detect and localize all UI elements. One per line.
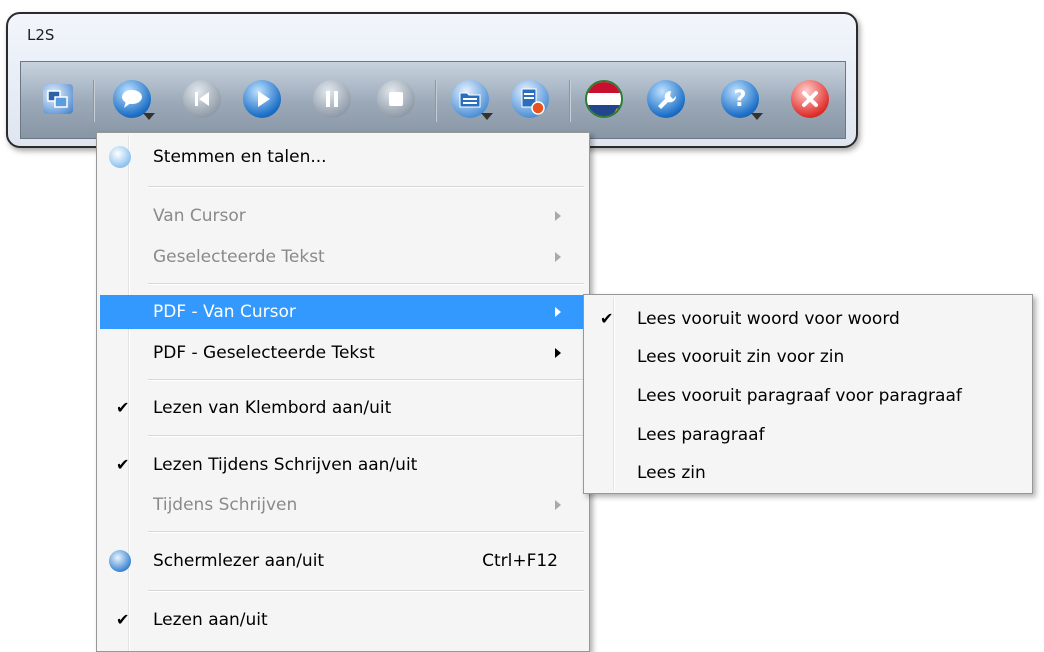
menu-separator bbox=[148, 379, 584, 381]
submenu-item-woord-voor-woord[interactable]: ✔ Lees vooruit woord voor woord bbox=[587, 302, 1029, 336]
checkmark-icon: ✔ bbox=[600, 309, 614, 328]
window-title: L2S bbox=[27, 26, 55, 44]
menu-item-stemmen-en-talen[interactable]: Stemmen en talen... bbox=[100, 140, 585, 174]
pause-icon[interactable] bbox=[313, 80, 351, 118]
submenu-item-label: Lees vooruit zin voor zin bbox=[637, 347, 845, 367]
menu-item-lezen-aan-uit[interactable]: ✔ Lezen aan/uit bbox=[100, 603, 585, 637]
submenu-item-lees-zin[interactable]: Lees zin bbox=[587, 456, 1029, 490]
submenu-arrow-icon bbox=[555, 252, 561, 262]
submenu-arrow-icon bbox=[555, 211, 561, 221]
menu-item-shortcut: Ctrl+F12 bbox=[482, 551, 558, 571]
submenu-arrow-icon bbox=[555, 348, 561, 358]
menu-item-pdf-van-cursor[interactable]: PDF - Van Cursor bbox=[100, 295, 585, 329]
menu-item-lezen-tijdens-schrijven[interactable]: ✔ Lezen Tijdens Schrijven aan/uit bbox=[100, 448, 585, 482]
submenu-arrow-icon bbox=[555, 500, 561, 510]
submenu-item-label: Lees zin bbox=[637, 463, 706, 483]
menu-item-lezen-van-klembord[interactable]: ✔ Lezen van Klembord aan/uit bbox=[100, 391, 585, 425]
submenu-item-label: Lees vooruit woord voor woord bbox=[637, 309, 900, 329]
menu-item-label: Schermlezer aan/uit bbox=[153, 551, 325, 571]
checkmark-icon: ✔ bbox=[116, 398, 130, 417]
stop-icon[interactable] bbox=[377, 80, 415, 118]
toolbar: ? bbox=[20, 61, 846, 139]
menu-item-label: Lezen van Klembord aan/uit bbox=[153, 398, 392, 418]
toolbar-separator bbox=[435, 80, 437, 122]
submenu-item-zin-voor-zin[interactable]: Lees vooruit zin voor zin bbox=[587, 340, 1029, 374]
menu-separator bbox=[148, 531, 584, 533]
submenu-item-label: Lees vooruit paragraaf voor paragraaf bbox=[637, 386, 962, 406]
menu-item-label: Geselecteerde Tekst bbox=[153, 247, 325, 267]
screenreader-icon bbox=[109, 550, 131, 572]
menu-separator bbox=[148, 590, 584, 592]
netherlands-flag-icon[interactable] bbox=[585, 80, 623, 118]
menu-item-label: Lezen Tijdens Schrijven aan/uit bbox=[153, 455, 418, 475]
close-icon[interactable] bbox=[791, 80, 829, 118]
settings-wrench-icon[interactable] bbox=[647, 80, 685, 118]
submenu-item-lees-paragraaf[interactable]: Lees paragraaf bbox=[587, 418, 1029, 452]
menu-item-van-cursor[interactable]: Van Cursor bbox=[100, 199, 585, 233]
context-menu: Stemmen en talen... Van Cursor Geselecte… bbox=[96, 132, 590, 652]
menu-separator bbox=[148, 283, 584, 285]
help-icon[interactable]: ? bbox=[721, 80, 763, 120]
menu-item-label: PDF - Geselecteerde Tekst bbox=[153, 343, 375, 363]
menu-item-label: Tijdens Schrijven bbox=[153, 495, 298, 515]
menu-item-label: Lezen aan/uit bbox=[153, 610, 268, 630]
menu-separator bbox=[148, 435, 584, 437]
menu-item-label: Stemmen en talen... bbox=[153, 147, 327, 167]
menu-item-label: PDF - Van Cursor bbox=[153, 302, 296, 322]
menu-item-tijdens-schrijven[interactable]: Tijdens Schrijven bbox=[100, 488, 585, 522]
document-open-icon[interactable] bbox=[451, 80, 493, 120]
skip-back-icon[interactable] bbox=[183, 80, 221, 118]
menu-item-label: Van Cursor bbox=[153, 206, 246, 226]
voices-icon bbox=[109, 146, 131, 168]
checkmark-icon: ✔ bbox=[116, 455, 130, 474]
record-icon[interactable] bbox=[511, 80, 549, 118]
menu-separator bbox=[148, 186, 584, 188]
menu-item-geselecteerde-tekst[interactable]: Geselecteerde Tekst bbox=[100, 240, 585, 274]
submenu-item-label: Lees paragraaf bbox=[637, 425, 765, 445]
toolbar-separator bbox=[93, 80, 95, 122]
toolbar-separator bbox=[569, 80, 571, 122]
menu-item-pdf-geselecteerde-tekst[interactable]: PDF - Geselecteerde Tekst bbox=[100, 336, 585, 370]
submenu-arrow-icon bbox=[555, 307, 561, 317]
tile-windows-icon[interactable] bbox=[43, 84, 73, 114]
l2s-window: L2S ? bbox=[6, 12, 858, 148]
play-icon[interactable] bbox=[243, 80, 281, 118]
submenu-item-paragraaf-voor-paragraaf[interactable]: Lees vooruit paragraaf voor paragraaf bbox=[587, 379, 1029, 413]
menu-item-schermlezer[interactable]: Schermlezer aan/uit Ctrl+F12 bbox=[100, 544, 585, 578]
speech-bubble-icon[interactable] bbox=[113, 80, 155, 120]
pdf-van-cursor-submenu: ✔ Lees vooruit woord voor woord Lees voo… bbox=[583, 294, 1033, 494]
checkmark-icon: ✔ bbox=[116, 610, 130, 629]
